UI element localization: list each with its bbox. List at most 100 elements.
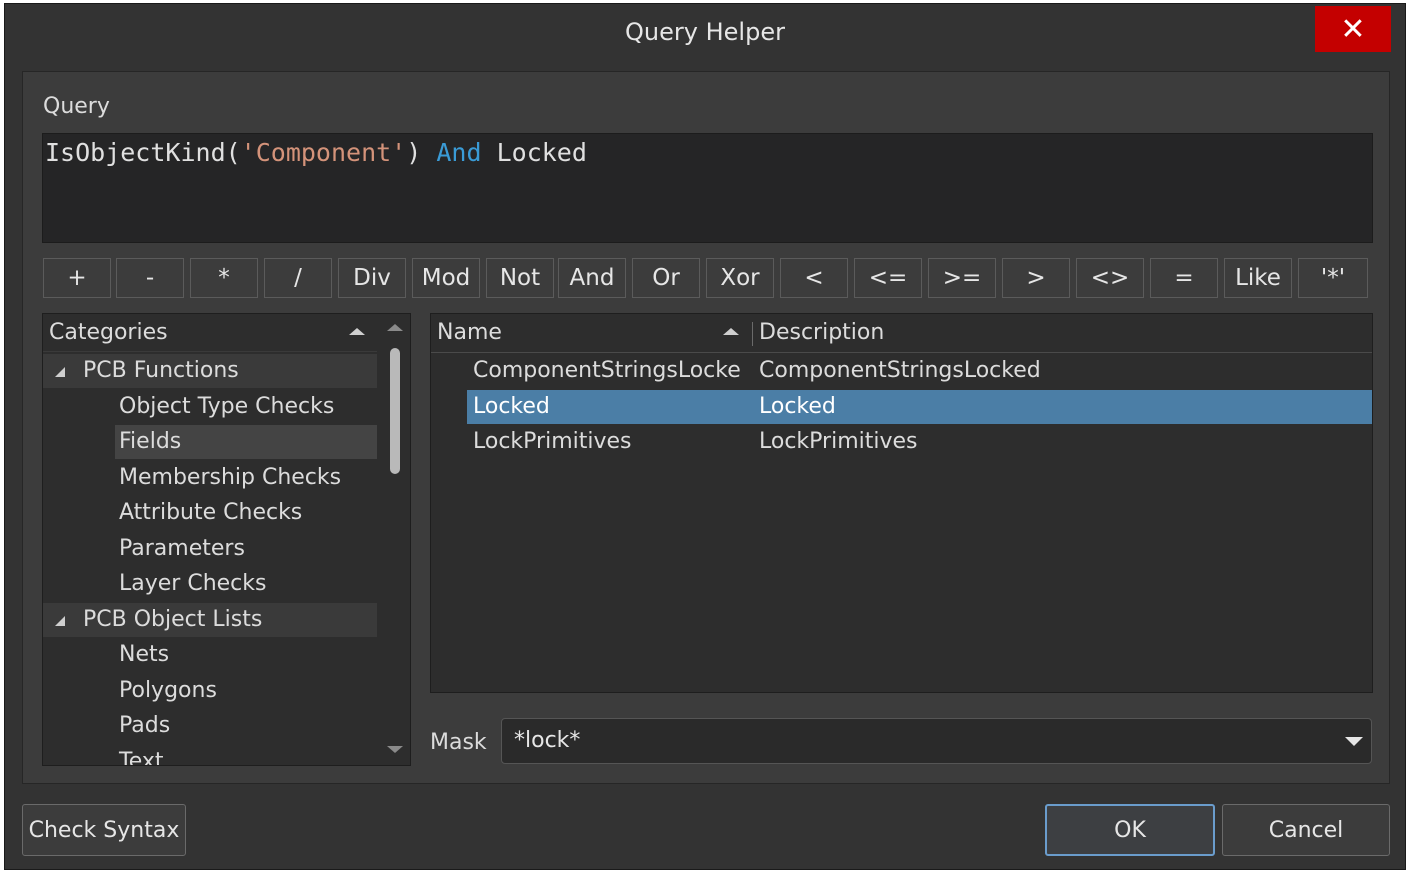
operator-button[interactable]: = — [1150, 258, 1218, 298]
tree-group[interactable]: PCB Functions — [43, 354, 377, 388]
row-description: Locked — [759, 393, 836, 419]
operator-label: * — [218, 265, 230, 291]
operator-label: / — [294, 265, 302, 291]
tree-item-label: Attribute Checks — [119, 500, 303, 525]
query-label: Query — [43, 94, 110, 119]
operator-button[interactable]: <> — [1076, 258, 1144, 298]
tree-item[interactable]: Nets — [115, 638, 377, 672]
operator-button[interactable]: '*' — [1298, 258, 1368, 298]
tree-item-label: PCB Object Lists — [83, 606, 263, 632]
column-name-header[interactable]: Name — [437, 314, 502, 352]
operator-button[interactable]: > — [1002, 258, 1070, 298]
tree-item[interactable]: Layer Checks — [115, 567, 377, 601]
row-name: LockPrimitives — [473, 429, 632, 454]
tree-item[interactable]: Polygons — [115, 674, 377, 708]
tree-item-label: Fields — [119, 429, 182, 454]
tree-item[interactable]: Text — [115, 745, 377, 766]
tree-item[interactable]: Object Type Checks — [115, 390, 377, 424]
query-panel: Query IsObjectKind('Component') And Lock… — [22, 71, 1390, 784]
cancel-label: Cancel — [1268, 817, 1344, 843]
operator-button[interactable]: < — [780, 258, 848, 298]
tree-item-label: Object Type Checks — [119, 393, 335, 419]
operator-label: <> — [1090, 265, 1130, 291]
operator-button[interactable]: And — [558, 258, 626, 298]
tree-item-label: Nets — [119, 642, 170, 667]
tree-item[interactable]: Pads — [115, 709, 377, 743]
operator-label: Div — [353, 265, 391, 291]
tree-item-label: Parameters — [119, 535, 245, 561]
list-row[interactable]: LockPrimitives LockPrimitives — [467, 425, 1372, 459]
operator-label: '*' — [1320, 265, 1346, 291]
operator-button[interactable]: / — [264, 258, 332, 298]
query-editor[interactable]: IsObjectKind('Component') And Locked — [42, 133, 1373, 243]
tree-item[interactable]: Fields — [115, 425, 377, 459]
check-syntax-button[interactable]: Check Syntax — [22, 804, 186, 856]
tree-item-label: Polygons — [119, 677, 217, 703]
row-description: ComponentStringsLocked — [759, 358, 1041, 383]
operator-label: >= — [942, 265, 982, 291]
results-list: Name Description ComponentStringsLocke Co… — [430, 313, 1373, 693]
operator-label: Mod — [421, 265, 471, 291]
ok-button[interactable]: OK — [1045, 804, 1215, 856]
operator-button[interactable]: Xor — [706, 258, 774, 298]
expand-triangle-icon[interactable] — [55, 367, 65, 377]
categories-header-label: Categories — [49, 320, 168, 345]
operator-label: Like — [1235, 265, 1281, 291]
close-button[interactable]: ✕ — [1315, 6, 1391, 52]
list-row[interactable]: ComponentStringsLocke ComponentStringsLoc… — [467, 354, 1372, 388]
window-title: Query Helper — [625, 18, 785, 46]
operator-label: And — [569, 265, 615, 291]
operator-button[interactable]: - — [116, 258, 184, 298]
column-divider[interactable] — [752, 322, 753, 346]
categories-header[interactable]: Categories — [43, 314, 377, 352]
operator-button[interactable]: Not — [486, 258, 554, 298]
categories-scrollbar[interactable] — [378, 314, 410, 765]
tree-group[interactable]: PCB Object Lists — [43, 602, 377, 637]
tree-item-label: Text — [119, 748, 164, 766]
query-token-string: 'Component' — [240, 138, 407, 167]
tree-item-label: PCB Functions — [83, 358, 239, 383]
mask-combobox[interactable]: *lock* — [501, 718, 1372, 764]
ok-label: OK — [1114, 817, 1146, 843]
chevron-down-icon[interactable] — [1345, 737, 1363, 746]
tree-item[interactable]: Membership Checks — [115, 461, 377, 495]
operator-label: Not — [499, 265, 541, 291]
operator-button[interactable]: * — [190, 258, 258, 298]
row-name: ComponentStringsLocke — [473, 358, 741, 383]
operator-button[interactable]: + — [43, 258, 111, 298]
query-token-field: Locked — [496, 138, 587, 167]
list-row[interactable]: Locked Locked — [467, 389, 1372, 424]
operator-toolbar: + - * / Div Mod Not And Or Xor < <= >= > <> = Like '*' — [43, 258, 1371, 298]
sort-ascending-icon — [349, 328, 365, 335]
operator-button[interactable]: Or — [632, 258, 700, 298]
tree-item[interactable]: Parameters — [115, 532, 377, 566]
cancel-button[interactable]: Cancel — [1222, 804, 1390, 856]
operator-button[interactable]: >= — [928, 258, 996, 298]
expand-triangle-icon[interactable] — [55, 615, 65, 626]
tree-item-label: Layer Checks — [119, 571, 267, 596]
scrollbar-thumb[interactable] — [390, 348, 400, 474]
title-bar: Query Helper ✕ — [5, 4, 1405, 68]
scroll-up-icon[interactable] — [387, 324, 403, 331]
tree-item-label: Membership Checks — [119, 464, 342, 490]
operator-button[interactable]: <= — [854, 258, 922, 298]
operator-button[interactable]: Mod — [412, 258, 480, 298]
close-icon: ✕ — [1340, 11, 1366, 47]
operator-label: - — [145, 265, 155, 291]
query-helper-dialog: Query Helper ✕ Query IsObjectKind('Compo… — [4, 3, 1406, 870]
operator-label: = — [1174, 265, 1194, 291]
sort-ascending-icon — [723, 328, 739, 335]
list-header: Name Description — [431, 314, 1372, 353]
scroll-down-icon[interactable] — [387, 746, 403, 753]
column-description-header[interactable]: Description — [759, 314, 884, 352]
row-description: LockPrimitives — [759, 429, 918, 454]
query-token-function: IsObjectKind( — [45, 138, 241, 167]
check-syntax-label: Check Syntax — [28, 817, 180, 843]
query-token-keyword: And — [436, 138, 482, 167]
operator-label: > — [1026, 265, 1046, 291]
operator-label: Xor — [720, 265, 760, 291]
tree-item[interactable]: Attribute Checks — [115, 496, 377, 530]
operator-button[interactable]: Div — [338, 258, 406, 298]
categories-panel: Categories PCB Functions Object Type Chec… — [42, 313, 411, 766]
operator-button[interactable]: Like — [1224, 258, 1292, 298]
